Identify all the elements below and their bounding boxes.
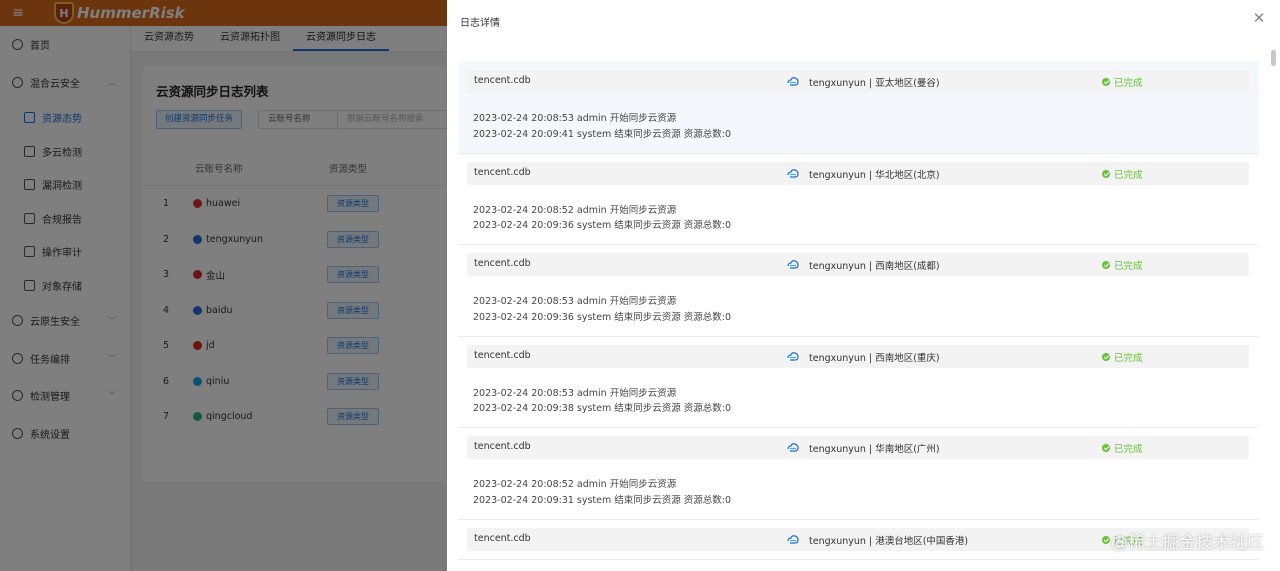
tencent-cloud-icon bbox=[787, 351, 799, 361]
log-line: 2023-02-24 20:09:36 system 结束同步云资源 资源总数:… bbox=[473, 220, 732, 231]
log-entry: tencent.cdb tengxunyun | 西南地区(成都) 已完成 2023-… bbox=[459, 245, 1259, 337]
status-text: 已完成 bbox=[1114, 78, 1143, 89]
log-source: tencent.cdb bbox=[474, 441, 531, 452]
log-entry-header: tencent.cdb tengxunyun | 华北地区(北京) 已完成 bbox=[467, 161, 1249, 185]
log-source: tencent.cdb bbox=[474, 75, 531, 86]
status-badge: 已完成 bbox=[1102, 441, 1143, 455]
log-region: tengxunyun | 港澳台地区(中国香港) bbox=[809, 535, 969, 547]
status-text: 已完成 bbox=[1114, 261, 1143, 272]
log-line: 2023-02-24 20:09:41 system 结束同步云资源 资源总数:… bbox=[473, 128, 732, 140]
status-text: 已完成 bbox=[1114, 352, 1143, 364]
status-text: 已完成 bbox=[1114, 444, 1143, 455]
log-entry-header: tencent.cdb tengxunyun | 华南地区(广州) 已完成 bbox=[467, 436, 1249, 459]
check-circle-icon bbox=[1102, 352, 1110, 361]
drawer-title: 日志详情 bbox=[460, 18, 500, 29]
log-source: tencent.cdb bbox=[474, 258, 531, 269]
tencent-cloud-icon bbox=[787, 77, 799, 86]
status-badge: 已完成 bbox=[1102, 75, 1143, 89]
log-entry: tencent.cdb tengxunyun | 亚太地区(曼谷) 已完成 2023-… bbox=[459, 62, 1259, 154]
scrollbar[interactable] bbox=[1271, 50, 1276, 66]
log-line: 2023-02-24 20:09:38 system 结束同步云资源 资源总数:… bbox=[473, 403, 732, 414]
status-text: 已完成 bbox=[1114, 169, 1143, 181]
log-line: 2023-02-24 20:08:53 admin 开始同步云资源 bbox=[473, 296, 677, 307]
check-circle-icon bbox=[1102, 535, 1110, 544]
check-circle-icon bbox=[1102, 78, 1110, 86]
log-entry: tencent.cdb tengxunyun | 华北地区(北京) 已完成 2023-… bbox=[459, 154, 1259, 245]
close-icon[interactable]: ✕ bbox=[1252, 11, 1266, 26]
check-circle-icon bbox=[1102, 444, 1110, 452]
log-detail-drawer: 日志详情 ✕ tencent.cdb tengxunyun | 亚太地区(曼谷) 已… bbox=[447, 0, 1280, 571]
log-line: 2023-02-24 20:09:31 system 结束同步云资源 资源总数:… bbox=[473, 494, 732, 506]
log-source: tencent.cdb bbox=[474, 532, 531, 544]
log-entry: tencent.cdb tengxunyun | 西南地区(重庆) 已完成 2023-… bbox=[459, 337, 1259, 428]
tencent-cloud-icon bbox=[787, 168, 799, 178]
tencent-cloud-icon bbox=[787, 443, 799, 452]
log-region: tengxunyun | 华北地区(北京) bbox=[809, 169, 940, 181]
log-region: tengxunyun | 西南地区(重庆) bbox=[809, 352, 940, 364]
log-line: 2023-02-24 20:08:52 admin 开始同步云资源 bbox=[473, 204, 677, 216]
log-entry-header: tencent.cdb tengxunyun | 亚太地区(曼谷) 已完成 bbox=[467, 70, 1249, 93]
log-source: tencent.cdb bbox=[474, 166, 531, 178]
log-entry: tencent.cdb tengxunyun | 华南地区(广州) 已完成 2023-… bbox=[459, 428, 1259, 520]
status-badge: 已完成 bbox=[1102, 350, 1143, 364]
log-region: tengxunyun | 西南地区(成都) bbox=[809, 261, 940, 272]
tencent-cloud-icon bbox=[787, 260, 799, 269]
log-entry-header: tencent.cdb tengxunyun | 西南地区(重庆) 已完成 bbox=[467, 344, 1249, 368]
status-badge: 已完成 bbox=[1102, 258, 1143, 272]
log-source: tencent.cdb bbox=[474, 349, 531, 361]
log-entry-header: tencent.cdb tengxunyun | 西南地区(成都) 已完成 bbox=[467, 253, 1249, 276]
log-line: 2023-02-24 20:08:53 admin 开始同步云资源 bbox=[473, 113, 677, 124]
log-line: 2023-02-24 20:08:52 admin 开始同步云资源 bbox=[473, 479, 677, 490]
status-badge: 已完成 bbox=[1102, 167, 1143, 181]
log-region: tengxunyun | 亚太地区(曼谷) bbox=[809, 78, 940, 89]
check-circle-icon bbox=[1102, 169, 1110, 178]
log-region: tengxunyun | 华南地区(广州) bbox=[809, 444, 940, 455]
log-line: 2023-02-24 20:08:53 admin 开始同步云资源 bbox=[473, 387, 677, 399]
tencent-cloud-icon bbox=[787, 534, 799, 544]
check-circle-icon bbox=[1102, 261, 1110, 269]
watermark: @稀土掘金技术社区 bbox=[1111, 533, 1264, 553]
log-line: 2023-02-24 20:09:36 system 结束同步云资源 资源总数:… bbox=[473, 311, 732, 323]
